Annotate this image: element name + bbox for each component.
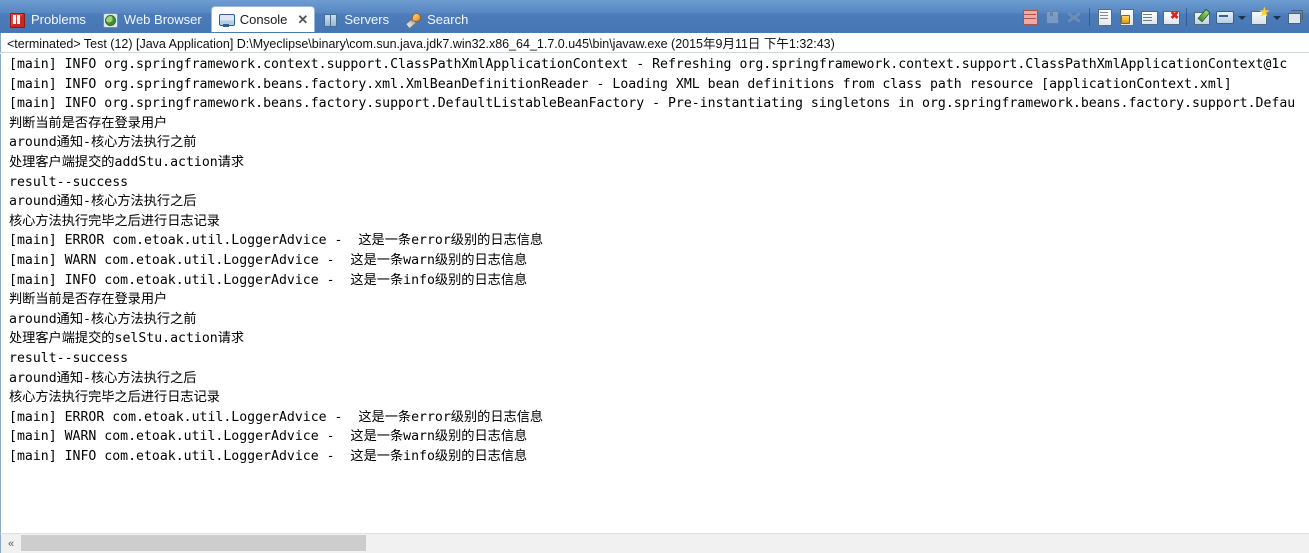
- console-line: around通知-核心方法执行之后: [9, 194, 197, 210]
- terminate-all-icon: [1063, 6, 1085, 28]
- console-line: 核心方法执行完毕之后进行日志记录: [9, 213, 220, 229]
- console-line: around通知-核心方法执行之后: [9, 370, 197, 386]
- view-tab-bar: Problems Web Browser Console ✕ Servers Search: [0, 0, 1309, 33]
- console-line: result--success: [9, 174, 129, 190]
- scroll-left-arrow-icon[interactable]: «: [1, 534, 21, 553]
- tab-close-icon[interactable]: ✕: [297, 13, 308, 26]
- pin-console-icon: [1041, 6, 1063, 28]
- tab-list: Problems Web Browser Console ✕ Servers Search: [2, 0, 477, 32]
- tab-label: Servers: [344, 12, 390, 27]
- open-console-icon[interactable]: [1248, 6, 1270, 28]
- console-output[interactable]: [main] INFO org.springframework.context.…: [0, 54, 1309, 533]
- console-line: [main] INFO com.etoak.util.LoggerAdvice …: [9, 272, 528, 288]
- separator-1: [1089, 7, 1090, 26]
- web-browser-icon: [102, 12, 118, 28]
- console-view: Problems Web Browser Console ✕ Servers Search…: [0, 0, 1309, 553]
- remove-all-terminated-icon[interactable]: [1116, 6, 1138, 28]
- scrollbar-track[interactable]: [21, 534, 1309, 553]
- open-console-dropdown-arrow[interactable]: [1270, 6, 1283, 28]
- tab-servers[interactable]: Servers: [315, 7, 398, 32]
- console-line: [main] INFO org.springframework.beans.fa…: [9, 96, 1296, 112]
- problems-icon: [9, 12, 25, 28]
- separator-2: [1186, 7, 1187, 26]
- display-console-dropdown-arrow[interactable]: [1235, 6, 1248, 28]
- restore-view-icon[interactable]: [1283, 6, 1305, 28]
- horizontal-scrollbar[interactable]: «: [0, 533, 1309, 553]
- console-toolbar: [1013, 0, 1309, 32]
- console-line: 处理客户端提交的addStu.action请求: [9, 154, 245, 170]
- console-line: around通知-核心方法执行之前: [9, 311, 197, 327]
- console-line: 核心方法执行完毕之后进行日志记录: [9, 390, 220, 406]
- chevron-down-icon: [1238, 15, 1246, 20]
- console-line: [main] INFO org.springframework.beans.fa…: [9, 76, 1232, 92]
- launch-status-text: <terminated> Test (12) [Java Application…: [7, 37, 835, 51]
- remove-launch-icon[interactable]: [1094, 6, 1116, 28]
- console-line: [main] ERROR com.etoak.util.LoggerAdvice…: [9, 233, 544, 249]
- launch-status-line: <terminated> Test (12) [Java Application…: [0, 33, 1309, 53]
- console-line: 判断当前是否存在登录用户: [9, 115, 168, 131]
- console-line: [main] WARN com.etoak.util.LoggerAdvice …: [9, 252, 528, 268]
- console-line: 处理客户端提交的selStu.action请求: [9, 331, 245, 347]
- tab-web-browser[interactable]: Web Browser: [95, 7, 211, 32]
- servers-icon: [322, 12, 338, 28]
- pin-console-green-icon[interactable]: [1191, 6, 1213, 28]
- tab-label: Web Browser: [123, 12, 202, 27]
- console-icon: [218, 12, 235, 28]
- console-line: [main] WARN com.etoak.util.LoggerAdvice …: [9, 429, 528, 445]
- display-selected-console-icon[interactable]: [1213, 6, 1235, 28]
- console-line: around通知-核心方法执行之前: [9, 135, 197, 151]
- tab-label: Search: [427, 12, 469, 27]
- tab-console[interactable]: Console ✕: [210, 6, 316, 32]
- tab-search[interactable]: Search: [398, 7, 477, 32]
- scrollbar-thumb[interactable]: [21, 535, 366, 551]
- search-icon: [405, 12, 421, 28]
- console-line: [main] INFO org.springframework.context.…: [9, 57, 1288, 72]
- console-line: 判断当前是否存在登录用户: [9, 292, 168, 308]
- clear-console-icon[interactable]: [1160, 6, 1182, 28]
- grid-view-icon[interactable]: [1019, 6, 1041, 28]
- tab-label: Console: [239, 12, 288, 27]
- console-line: result--success: [9, 350, 129, 366]
- chevron-down-icon: [1273, 15, 1281, 20]
- tab-label: Problems: [31, 12, 86, 27]
- scroll-lock-icon[interactable]: [1138, 6, 1160, 28]
- tab-problems[interactable]: Problems: [2, 7, 95, 32]
- console-line: [main] INFO com.etoak.util.LoggerAdvice …: [9, 448, 528, 464]
- console-line: [main] ERROR com.etoak.util.LoggerAdvice…: [9, 409, 544, 425]
